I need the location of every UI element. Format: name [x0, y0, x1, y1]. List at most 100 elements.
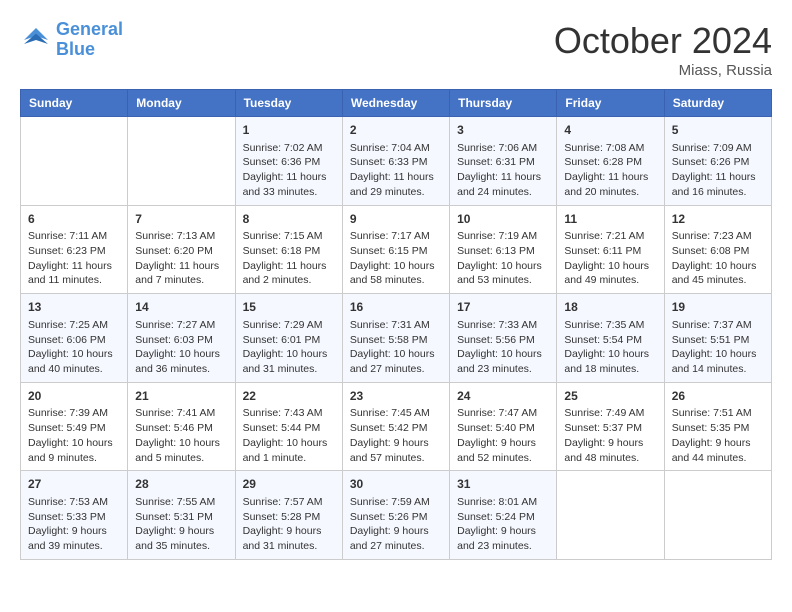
- daylight-text: Daylight: 11 hours and 20 minutes.: [564, 170, 656, 199]
- calendar-cell: 2Sunrise: 7:04 AMSunset: 6:33 PMDaylight…: [342, 117, 449, 206]
- daylight-text: Daylight: 9 hours and 39 minutes.: [28, 524, 120, 553]
- sunset-text: Sunset: 5:51 PM: [672, 333, 764, 348]
- daylight-text: Daylight: 11 hours and 29 minutes.: [350, 170, 442, 199]
- calendar-cell: 8Sunrise: 7:15 AMSunset: 6:18 PMDaylight…: [235, 205, 342, 294]
- sunrise-text: Sunrise: 7:25 AM: [28, 318, 120, 333]
- sunrise-text: Sunrise: 7:47 AM: [457, 406, 549, 421]
- sunrise-text: Sunrise: 7:13 AM: [135, 229, 227, 244]
- calendar-cell: 21Sunrise: 7:41 AMSunset: 5:46 PMDayligh…: [128, 382, 235, 471]
- calendar-cell: 31Sunrise: 8:01 AMSunset: 5:24 PMDayligh…: [450, 471, 557, 560]
- day-number: 30: [350, 476, 442, 493]
- calendar-cell: 10Sunrise: 7:19 AMSunset: 6:13 PMDayligh…: [450, 205, 557, 294]
- day-number: 31: [457, 476, 549, 493]
- calendar-cell: 23Sunrise: 7:45 AMSunset: 5:42 PMDayligh…: [342, 382, 449, 471]
- location: Miass, Russia: [554, 62, 772, 79]
- day-number: 12: [672, 211, 764, 228]
- sunrise-text: Sunrise: 7:29 AM: [243, 318, 335, 333]
- daylight-text: Daylight: 9 hours and 44 minutes.: [672, 436, 764, 465]
- sunrise-text: Sunrise: 7:49 AM: [564, 406, 656, 421]
- calendar-week-row: 6Sunrise: 7:11 AMSunset: 6:23 PMDaylight…: [21, 205, 772, 294]
- day-number: 2: [350, 122, 442, 139]
- calendar-cell: 19Sunrise: 7:37 AMSunset: 5:51 PMDayligh…: [664, 294, 771, 383]
- day-number: 8: [243, 211, 335, 228]
- calendar-cell: 29 Sunrise: 7:57 AMSunset: 5:28 PMDayligh…: [235, 471, 342, 560]
- day-number: 26: [672, 388, 764, 405]
- sunset-text: Sunset: 5:33 PM: [28, 510, 120, 525]
- sunset-text: Sunset: 5:54 PM: [564, 333, 656, 348]
- calendar-week-row: 20Sunrise: 7:39 AMSunset: 5:49 PMDayligh…: [21, 382, 772, 471]
- sunrise-text: Sunrise: 7:45 AM: [350, 406, 442, 421]
- day-number: 23: [350, 388, 442, 405]
- sunrise-text: Sunrise: 7:31 AM: [350, 318, 442, 333]
- sunset-text: Sunset: 6:06 PM: [28, 333, 120, 348]
- calendar-cell: 9Sunrise: 7:17 AMSunset: 6:15 PMDaylight…: [342, 205, 449, 294]
- sunset-text: Sunset: 5:26 PM: [350, 510, 442, 525]
- calendar-cell: 20Sunrise: 7:39 AMSunset: 5:49 PMDayligh…: [21, 382, 128, 471]
- sunset-text: Sunset: 6:01 PM: [243, 333, 335, 348]
- sunrise-text: Sunrise: 7:27 AM: [135, 318, 227, 333]
- calendar-cell: [21, 117, 128, 206]
- daylight-text: Daylight: 11 hours and 2 minutes.: [243, 259, 335, 288]
- calendar-cell: 1Sunrise: 7:02 AMSunset: 6:36 PMDaylight…: [235, 117, 342, 206]
- sunset-text: Sunset: 6:18 PM: [243, 244, 335, 259]
- sunset-text: Sunset: 5:28 PM: [243, 510, 335, 525]
- daylight-text: Daylight: 10 hours and 23 minutes.: [457, 347, 549, 376]
- day-number: 18: [564, 299, 656, 316]
- calendar-week-row: 1Sunrise: 7:02 AMSunset: 6:36 PMDaylight…: [21, 117, 772, 206]
- daylight-text: Daylight: 11 hours and 16 minutes.: [672, 170, 764, 199]
- calendar-cell: [664, 471, 771, 560]
- page-header: General Blue October 2024 Miass, Russia: [20, 20, 772, 79]
- daylight-text: Daylight: 9 hours and 31 minutes.: [243, 524, 335, 553]
- calendar-cell: 16Sunrise: 7:31 AMSunset: 5:58 PMDayligh…: [342, 294, 449, 383]
- calendar-cell: 7Sunrise: 7:13 AMSunset: 6:20 PMDaylight…: [128, 205, 235, 294]
- daylight-text: Daylight: 11 hours and 24 minutes.: [457, 170, 549, 199]
- daylight-text: Daylight: 9 hours and 52 minutes.: [457, 436, 549, 465]
- sunset-text: Sunset: 5:44 PM: [243, 421, 335, 436]
- day-number: 25: [564, 388, 656, 405]
- calendar-cell: 15Sunrise: 7:29 AMSunset: 6:01 PMDayligh…: [235, 294, 342, 383]
- sunrise-text: Sunrise: 7:57 AM: [243, 495, 335, 510]
- day-number: 29: [243, 476, 335, 493]
- day-number: 5: [672, 122, 764, 139]
- sunset-text: Sunset: 5:24 PM: [457, 510, 549, 525]
- sunrise-text: Sunrise: 7:08 AM: [564, 141, 656, 156]
- daylight-text: Daylight: 10 hours and 40 minutes.: [28, 347, 120, 376]
- column-header-friday: Friday: [557, 90, 664, 117]
- calendar-cell: 18Sunrise: 7:35 AMSunset: 5:54 PMDayligh…: [557, 294, 664, 383]
- day-number: 21: [135, 388, 227, 405]
- daylight-text: Daylight: 10 hours and 14 minutes.: [672, 347, 764, 376]
- month-title: October 2024: [554, 20, 772, 62]
- sunset-text: Sunset: 6:13 PM: [457, 244, 549, 259]
- column-header-thursday: Thursday: [450, 90, 557, 117]
- calendar-cell: 25Sunrise: 7:49 AMSunset: 5:37 PMDayligh…: [557, 382, 664, 471]
- daylight-text: Daylight: 11 hours and 33 minutes.: [243, 170, 335, 199]
- day-number: 20: [28, 388, 120, 405]
- sunrise-text: Sunrise: 7:41 AM: [135, 406, 227, 421]
- sunset-text: Sunset: 5:58 PM: [350, 333, 442, 348]
- sunrise-text: Sunrise: 7:53 AM: [28, 495, 120, 510]
- sunset-text: Sunset: 6:15 PM: [350, 244, 442, 259]
- calendar-cell: [557, 471, 664, 560]
- sunrise-text: Sunrise: 7:17 AM: [350, 229, 442, 244]
- sunrise-text: Sunrise: 7:35 AM: [564, 318, 656, 333]
- daylight-text: Daylight: 9 hours and 57 minutes.: [350, 436, 442, 465]
- sunset-text: Sunset: 6:23 PM: [28, 244, 120, 259]
- sunset-text: Sunset: 6:28 PM: [564, 155, 656, 170]
- sunrise-text: Sunrise: 7:23 AM: [672, 229, 764, 244]
- sunset-text: Sunset: 5:42 PM: [350, 421, 442, 436]
- calendar-cell: [128, 117, 235, 206]
- day-number: 11: [564, 211, 656, 228]
- calendar-cell: 28Sunrise: 7:55 AMSunset: 5:31 PMDayligh…: [128, 471, 235, 560]
- daylight-text: Daylight: 10 hours and 9 minutes.: [28, 436, 120, 465]
- calendar-table: SundayMondayTuesdayWednesdayThursdayFrid…: [20, 89, 772, 560]
- sunrise-text: Sunrise: 8:01 AM: [457, 495, 549, 510]
- sunrise-text: Sunrise: 7:06 AM: [457, 141, 549, 156]
- sunset-text: Sunset: 5:40 PM: [457, 421, 549, 436]
- logo-blue: Blue: [56, 40, 123, 60]
- day-number: 15: [243, 299, 335, 316]
- title-block: October 2024 Miass, Russia: [554, 20, 772, 79]
- sunrise-text: Sunrise: 7:33 AM: [457, 318, 549, 333]
- sunrise-text: Sunrise: 7:43 AM: [243, 406, 335, 421]
- daylight-text: Daylight: 9 hours and 35 minutes.: [135, 524, 227, 553]
- daylight-text: Daylight: 9 hours and 27 minutes.: [350, 524, 442, 553]
